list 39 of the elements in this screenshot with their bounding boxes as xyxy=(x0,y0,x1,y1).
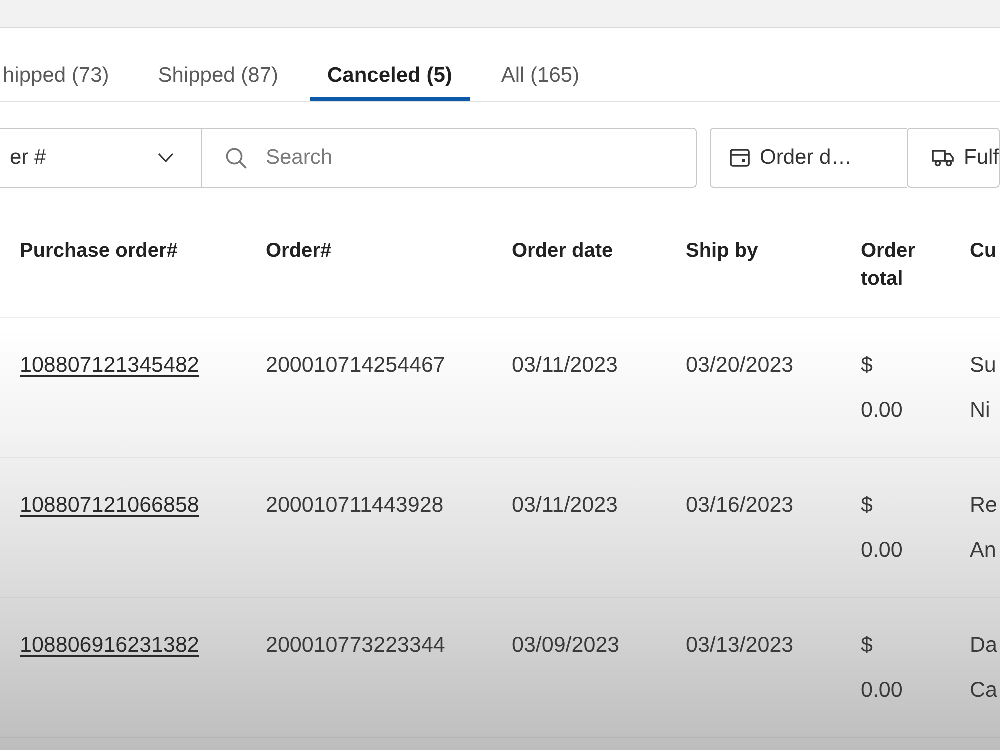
dropdown[interactable]: er # xyxy=(0,128,202,188)
customer-name: Ni xyxy=(970,397,992,424)
table-cell-text: 200010714254467 xyxy=(266,352,446,379)
column-header: Purchase order# xyxy=(20,239,178,264)
customer-name: Re xyxy=(970,492,998,519)
chevron-down-icon xyxy=(158,153,174,163)
customer-name: Su xyxy=(970,352,996,379)
column-header: Cu xyxy=(970,239,997,264)
order-link[interactable]: 108807121066858 xyxy=(20,483,200,528)
customer-name: An xyxy=(970,537,998,564)
table-cell-text: 200010773223344 xyxy=(266,632,446,659)
truck-icon xyxy=(932,149,954,167)
tab[interactable]: All (165) xyxy=(483,28,598,101)
customer-name: Ca xyxy=(970,677,998,704)
search-field[interactable]: Search xyxy=(202,128,697,188)
order-link[interactable]: 108807121345482 xyxy=(20,343,200,388)
customer-name: Da xyxy=(970,632,998,659)
filter-button[interactable]: Fulf xyxy=(906,128,1000,188)
search-icon xyxy=(226,148,247,169)
tab[interactable]: Canceled (5) xyxy=(310,28,470,101)
order-link[interactable]: 108806916231382 xyxy=(20,623,200,668)
table-cell-text: 03/11/2023 xyxy=(512,352,618,379)
column-header: Ship by xyxy=(686,239,758,264)
column-header: Order total xyxy=(861,239,916,292)
table-cell-text: 03/20/2023 xyxy=(686,352,794,379)
table-cell-text: 03/16/2023 xyxy=(686,492,794,519)
column-header: Order# xyxy=(266,239,332,264)
table-cell-text: $ 0.00 xyxy=(861,352,903,424)
table-cell-text: $ 0.00 xyxy=(861,492,903,564)
table-cell-text: 200010711443928 xyxy=(266,492,444,519)
tab[interactable]: hipped (73) xyxy=(0,28,128,101)
filter-button[interactable]: Order d… xyxy=(710,128,907,188)
tab[interactable]: Shipped (87) xyxy=(140,28,296,101)
calendar-icon xyxy=(730,149,750,167)
table-cell-text: 03/09/2023 xyxy=(512,632,620,659)
column-header: Order date xyxy=(512,239,614,264)
table-cell-text: 03/11/2023 xyxy=(512,492,618,519)
table-cell-text: 03/13/2023 xyxy=(686,632,794,659)
table-cell-text: $ 0.00 xyxy=(861,632,903,704)
